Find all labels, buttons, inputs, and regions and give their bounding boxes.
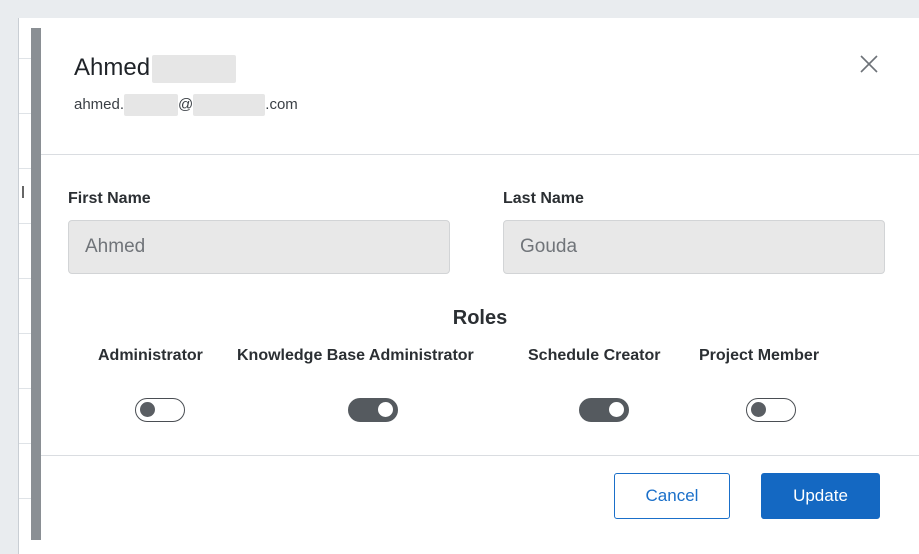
toggle-knob — [609, 402, 624, 417]
toggle-knob — [140, 402, 155, 417]
email-at: @ — [178, 95, 194, 113]
dialog-footer: Cancel Update — [41, 455, 919, 541]
background-text-fragment — [22, 186, 24, 198]
redacted-last-name — [152, 54, 237, 83]
redacted-email-part — [124, 94, 179, 116]
user-first-name: Ahmed — [74, 54, 151, 81]
edit-user-dialog: Ahmed ahmed. @ .com First Name Last Name R… — [41, 34, 919, 540]
close-button[interactable] — [857, 52, 881, 76]
first-name-input[interactable] — [68, 220, 450, 274]
email-prefix: ahmed. — [74, 95, 125, 113]
user-display-name: Ahmed — [74, 54, 237, 83]
role-label-administrator: Administrator — [98, 347, 203, 364]
role-label-knowledge-base-administrator: Knowledge Base Administrator — [237, 347, 474, 364]
email-suffix: .com — [265, 95, 298, 113]
last-name-input[interactable] — [503, 220, 885, 274]
first-name-label: First Name — [68, 190, 151, 207]
role-label-project-member: Project Member — [699, 347, 820, 364]
roles-heading: Roles — [452, 307, 508, 329]
toggle-schedule-creator[interactable] — [579, 398, 629, 422]
toggle-knob — [751, 402, 766, 417]
toggle-project-member[interactable] — [746, 398, 796, 422]
close-icon — [860, 55, 878, 73]
role-label-schedule-creator: Schedule Creator — [528, 347, 661, 364]
toggle-knowledge-base-administrator[interactable] — [348, 398, 398, 422]
modal-shadow — [31, 28, 41, 540]
toggle-knob — [378, 402, 393, 417]
user-email: ahmed. @ .com — [74, 94, 298, 116]
redacted-email-domain — [193, 94, 266, 116]
update-button[interactable]: Update — [761, 473, 880, 519]
dialog-header: Ahmed ahmed. @ .com — [41, 34, 919, 155]
toggle-administrator[interactable] — [135, 398, 185, 422]
last-name-label: Last Name — [503, 190, 584, 207]
cancel-button[interactable]: Cancel — [614, 473, 730, 519]
